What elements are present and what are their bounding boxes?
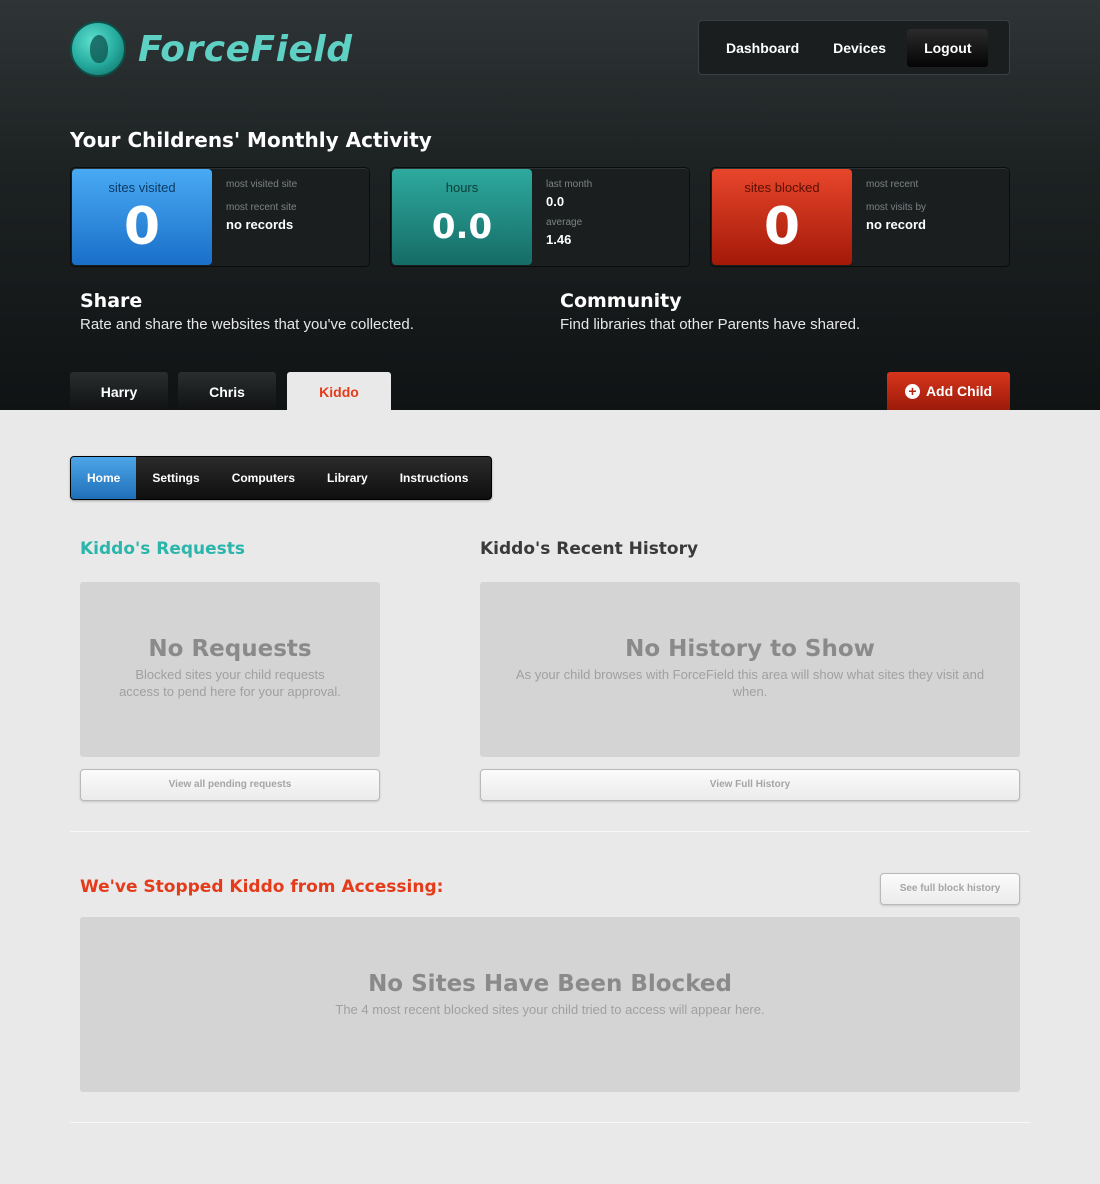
blocked-title: We've Stopped Kiddo from Accessing: (80, 877, 444, 897)
brand-logo[interactable]: ForceField (70, 20, 360, 78)
stat-label: hours (445, 180, 479, 195)
add-child-label: Add Child (925, 383, 993, 399)
add-child-button[interactable]: + Add Child (887, 372, 1010, 410)
subnav-instructions[interactable]: Instructions (384, 457, 485, 499)
sites-visited-box: sites visited 0 (72, 169, 212, 265)
community-text: Find libraries that other Parents have s… (560, 316, 861, 333)
view-full-history-button[interactable]: View Full History (480, 769, 1020, 801)
meta-label: most recent site (226, 202, 297, 213)
see-block-history-button[interactable]: See full block history (880, 873, 1020, 905)
stat-meta: last month 0.0 average 1.46 (546, 178, 686, 254)
subnav-library[interactable]: Library (311, 457, 384, 499)
meta-label: average (546, 217, 583, 228)
meta-label: most recent (866, 179, 919, 190)
history-panel: No History to Show As your child browses… (480, 582, 1020, 757)
nav-dashboard[interactable]: Dashboard (709, 29, 816, 67)
share-title: Share (80, 290, 143, 312)
meta-label: most visited site (226, 179, 298, 190)
requests-empty-title: No Requests (148, 636, 312, 662)
meta-value: no records (226, 217, 294, 232)
sites-blocked-card: sites blocked 0 most recent most visits … (710, 167, 1010, 267)
brand-name: ForceField (138, 28, 353, 70)
divider (70, 1122, 1030, 1123)
share-text: Rate and share the websites that you've … (80, 316, 414, 333)
stat-label: sites visited (108, 180, 176, 195)
share-promo[interactable]: Share Rate and share the websites that y… (80, 290, 414, 333)
history-empty-text: As your child browses with ForceField th… (515, 667, 985, 699)
nav-devices[interactable]: Devices (816, 29, 903, 67)
logo-icon (70, 21, 126, 77)
view-pending-requests-button[interactable]: View all pending requests (80, 769, 380, 801)
child-tab-kiddo[interactable]: Kiddo (287, 372, 391, 410)
subnav-computers[interactable]: Computers (216, 457, 311, 499)
subnav-home[interactable]: Home (71, 457, 137, 499)
meta-value: 0.0 (546, 194, 565, 209)
stat-meta: most visited site most recent site no re… (226, 178, 366, 239)
hours-box: hours 0.0 (392, 169, 532, 265)
sites-visited-card: sites visited 0 most visited site most r… (70, 167, 370, 267)
requests-empty-text: Blocked sites your child requests access… (119, 667, 341, 699)
sites-blocked-box: sites blocked 0 (712, 169, 852, 265)
activity-title: Your Childrens' Monthly Activity (70, 128, 432, 152)
stat-value: 0.0 (431, 207, 493, 247)
logout-button[interactable]: Logout (907, 28, 989, 67)
blocked-panel: No Sites Have Been Blocked The 4 most re… (80, 917, 1020, 1092)
subnav-settings[interactable]: Settings (136, 457, 215, 499)
plus-icon: + (904, 383, 920, 399)
meta-label: most visits by (866, 202, 927, 213)
blocked-empty-text: The 4 most recent blocked sites your chi… (335, 1002, 765, 1017)
child-tab-harry[interactable]: Harry (70, 372, 168, 410)
meta-label: last month (546, 179, 593, 190)
top-navigation: Dashboard Devices Logout (698, 20, 1010, 75)
meta-value: no record (866, 217, 926, 232)
community-promo[interactable]: Community Find libraries that other Pare… (560, 290, 860, 333)
history-title: Kiddo's Recent History (480, 539, 699, 559)
stat-label: sites blocked (744, 180, 820, 195)
history-empty-title: No History to Show (625, 636, 875, 662)
divider (70, 831, 1030, 832)
stat-meta: most recent most visits by no record (866, 178, 1006, 239)
requests-panel: No Requests Blocked sites your child req… (80, 582, 380, 757)
meta-value: 1.46 (546, 232, 572, 247)
requests-title: Kiddo's Requests (80, 539, 246, 559)
child-tab-chris[interactable]: Chris (178, 372, 276, 410)
stat-value: 0 (123, 197, 161, 257)
stat-value: 0 (763, 197, 801, 257)
blocked-empty-title: No Sites Have Been Blocked (368, 971, 732, 997)
hours-card: hours 0.0 last month 0.0 average 1.46 (390, 167, 690, 267)
child-subnav: Home Settings Computers Library Instruct… (70, 456, 492, 500)
community-title: Community (560, 290, 682, 312)
